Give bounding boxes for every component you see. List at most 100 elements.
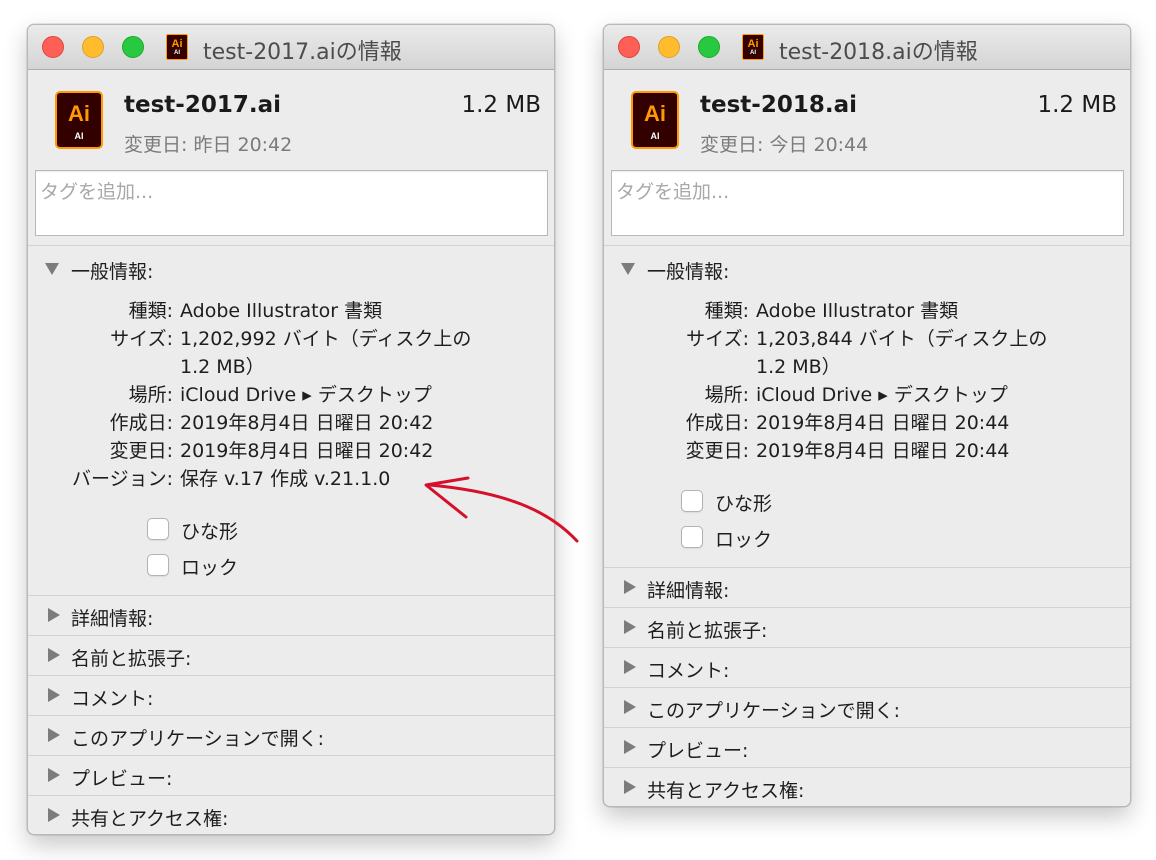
minimize-button[interactable] — [658, 36, 680, 58]
info-value: 2019年8月4日 日曜日 20:42 — [180, 440, 434, 462]
illustrator-file-icon: Ai AI — [631, 91, 679, 149]
divider — [604, 245, 1130, 246]
info-key: サイズ: — [110, 328, 173, 350]
info-key: サイズ: — [686, 328, 749, 350]
section-more-info[interactable]: 詳細情報: — [28, 595, 554, 635]
section-name-extension[interactable]: 名前と拡張子: — [28, 635, 554, 675]
icon-label: Ai — [747, 38, 759, 50]
disclosure-right-icon — [48, 608, 60, 622]
info-key: 種類: — [704, 300, 749, 322]
section-comments[interactable]: コメント: — [604, 647, 1130, 687]
section-more-info[interactable]: 詳細情報: — [604, 567, 1130, 607]
info-row-created: 作成日: 2019年8月4日 日曜日 20:44 — [604, 408, 1124, 434]
info-row-modified: 変更日: 2019年8月4日 日曜日 20:44 — [604, 436, 1124, 462]
icon-sublabel: AI — [174, 50, 180, 56]
tags-placeholder: タグを追加... — [40, 181, 154, 203]
disclosure-right-icon — [48, 688, 60, 702]
info-row-size-cont: 1.2 MB） — [28, 352, 548, 378]
info-key: 変更日: — [109, 440, 173, 462]
section-label: プレビュー: — [71, 768, 173, 790]
file-size: 1.2 MB — [1037, 92, 1117, 118]
icon-sublabel: AI — [650, 131, 660, 141]
section-label: 詳細情報: — [647, 580, 730, 602]
file-header: Ai AI test-2018.ai 1.2 MB 変更日: 今日 20:44 — [604, 70, 1130, 169]
section-label: プレビュー: — [647, 740, 749, 762]
stationery-checkbox[interactable] — [147, 518, 169, 540]
illustrator-file-icon: Ai AI — [166, 34, 188, 60]
divider — [28, 245, 554, 246]
stationery-label: ひな形 — [181, 521, 239, 543]
info-value: 2019年8月4日 日曜日 20:42 — [180, 412, 434, 434]
locked-label: ロック — [715, 529, 773, 551]
zoom-button[interactable] — [698, 36, 720, 58]
section-sharing[interactable]: 共有とアクセス権: — [604, 767, 1130, 806]
title-bar[interactable]: Ai AI test-2017.aiの情報 — [28, 25, 554, 70]
info-key: 変更日: — [685, 440, 749, 462]
info-row-created: 作成日: 2019年8月4日 日曜日 20:42 — [28, 408, 548, 434]
info-value: 1.2 MB） — [180, 356, 265, 378]
stationery-checkbox[interactable] — [681, 490, 703, 512]
file-size: 1.2 MB — [461, 92, 541, 118]
info-key: 場所: — [128, 384, 173, 406]
tags-input[interactable]: タグを追加... — [35, 170, 548, 236]
general-info-header[interactable]: 一般情報: — [647, 257, 729, 284]
info-row-size: サイズ: 1,202,992 バイト（ディスク上の — [28, 324, 548, 350]
general-info-header[interactable]: 一般情報: — [71, 257, 153, 284]
section-label: 共有とアクセス権: — [71, 808, 229, 830]
icon-label: Ai — [171, 38, 183, 50]
info-row-location: 場所: iCloud Drive ▸ デスクトップ — [604, 380, 1124, 406]
info-value: Adobe Illustrator 書類 — [756, 300, 959, 322]
file-name: test-2018.ai — [700, 92, 857, 118]
section-label: 名前と拡張子: — [71, 648, 192, 670]
info-value: 1,202,992 バイト（ディスク上の — [180, 328, 472, 350]
modified-summary: 変更日: 昨日 20:42 — [124, 134, 293, 156]
info-window-2018: Ai AI test-2018.aiの情報 Ai AI test-2018.ai… — [603, 24, 1131, 807]
disclosure-right-icon — [624, 660, 636, 674]
file-name: test-2017.ai — [124, 92, 281, 118]
section-name-extension[interactable]: 名前と拡張子: — [604, 607, 1130, 647]
stationery-label: ひな形 — [715, 493, 773, 515]
disclosure-right-icon — [624, 740, 636, 754]
info-row-version: バージョン: 保存 v.17 作成 v.21.1.0 — [28, 464, 548, 490]
info-value: 1.2 MB） — [756, 356, 841, 378]
disclosure-right-icon — [48, 808, 60, 822]
section-preview[interactable]: プレビュー: — [28, 755, 554, 795]
info-key: 作成日: — [685, 412, 749, 434]
section-open-with[interactable]: このアプリケーションで開く: — [604, 687, 1130, 727]
info-value: iCloud Drive ▸ デスクトップ — [180, 384, 432, 406]
illustrator-file-icon: Ai AI — [55, 91, 103, 149]
section-label: 詳細情報: — [71, 608, 154, 630]
section-open-with[interactable]: このアプリケーションで開く: — [28, 715, 554, 755]
info-key: バージョン: — [71, 468, 173, 490]
locked-checkbox[interactable] — [681, 526, 703, 548]
window-title: test-2017.aiの情報 — [203, 40, 402, 65]
disclosure-right-icon — [624, 700, 636, 714]
info-key: 種類: — [128, 300, 173, 322]
locked-label: ロック — [181, 557, 239, 579]
locked-checkbox[interactable] — [147, 554, 169, 576]
file-header: Ai AI test-2017.ai 1.2 MB 変更日: 昨日 20:42 — [28, 70, 554, 169]
modified-summary: 変更日: 今日 20:44 — [700, 134, 869, 156]
disclosure-down-icon[interactable] — [621, 263, 635, 275]
zoom-button[interactable] — [122, 36, 144, 58]
disclosure-right-icon — [624, 580, 636, 594]
info-value: iCloud Drive ▸ デスクトップ — [756, 384, 1008, 406]
info-value: 2019年8月4日 日曜日 20:44 — [756, 440, 1010, 462]
title-bar[interactable]: Ai AI test-2018.aiの情報 — [604, 25, 1130, 70]
close-button[interactable] — [618, 36, 640, 58]
minimize-button[interactable] — [82, 36, 104, 58]
info-row-modified: 変更日: 2019年8月4日 日曜日 20:42 — [28, 436, 548, 462]
icon-label: Ai — [644, 101, 666, 126]
section-comments[interactable]: コメント: — [28, 675, 554, 715]
tags-input[interactable]: タグを追加... — [611, 170, 1124, 236]
section-label: このアプリケーションで開く: — [647, 700, 901, 722]
illustrator-file-icon: Ai AI — [742, 34, 764, 60]
disclosure-right-icon — [48, 768, 60, 782]
section-sharing[interactable]: 共有とアクセス権: — [28, 795, 554, 834]
disclosure-down-icon[interactable] — [45, 263, 59, 275]
info-key: 作成日: — [109, 412, 173, 434]
section-preview[interactable]: プレビュー: — [604, 727, 1130, 767]
info-value: Adobe Illustrator 書類 — [180, 300, 383, 322]
info-value: 保存 v.17 作成 v.21.1.0 — [180, 468, 391, 490]
close-button[interactable] — [42, 36, 64, 58]
